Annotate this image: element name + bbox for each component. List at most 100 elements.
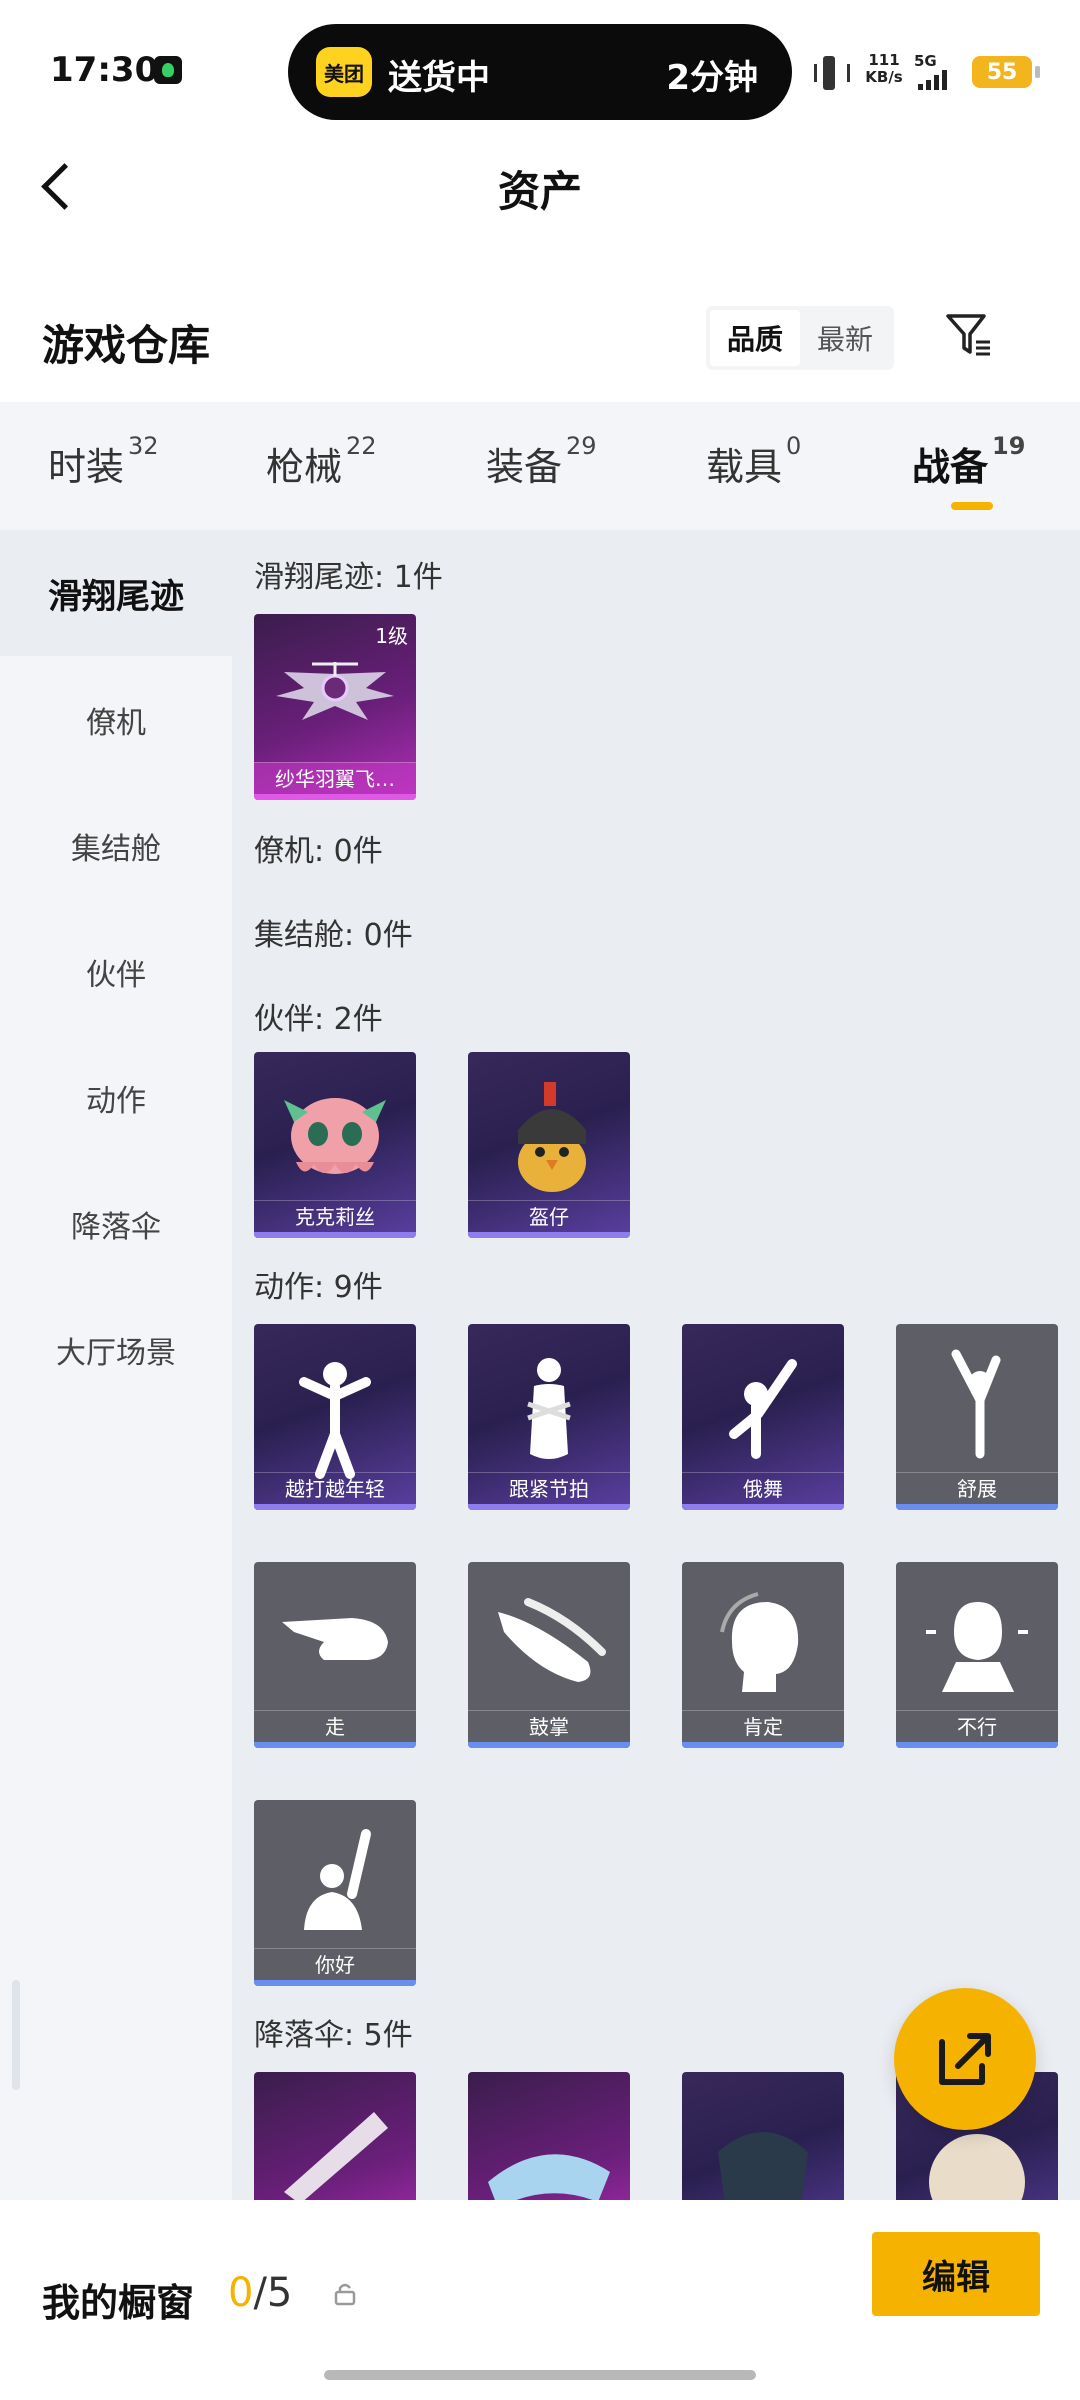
group-label-parachute: 降落伞: 5件 (254, 2018, 413, 2053)
item-card-emote[interactable]: 越打越年轻 (254, 1324, 416, 1510)
item-card-emote[interactable]: 舒展 (896, 1324, 1058, 1510)
item-name: 肯定 (682, 1710, 844, 1742)
rarity-bar (896, 1742, 1058, 1748)
sidebar-item-lobby-scene[interactable]: 大厅场景 (0, 1328, 232, 1372)
rarity-bar (254, 1504, 416, 1510)
tab-label: 载具 (706, 445, 783, 489)
group-label-companion: 伙伴: 2件 (254, 1002, 383, 1037)
item-card-emote[interactable]: 俄舞 (682, 1324, 844, 1510)
tab-count: 32 (128, 432, 159, 460)
item-name: 舒展 (896, 1472, 1058, 1504)
item-card-emote[interactable]: 肯定 (682, 1562, 844, 1748)
parachute-icon (284, 2112, 388, 2200)
showcase-total: /5 (253, 2270, 293, 2316)
rarity-bar (468, 1232, 630, 1238)
content-area: 滑翔尾迹 僚机 集结舱 伙伴 动作 降落伞 大厅场景 滑翔尾迹: 1件 1级 纱… (0, 530, 1080, 2200)
item-name: 鼓掌 (468, 1710, 630, 1742)
item-name: 纱华羽翼飞… (254, 762, 416, 794)
tab-label: 时装 (48, 445, 125, 489)
sidebar-item-wingman[interactable]: 僚机 (0, 698, 232, 742)
item-name: 跟紧节拍 (468, 1472, 630, 1504)
tab-count: 22 (346, 432, 377, 460)
group-label-emote: 动作: 9件 (254, 1270, 383, 1305)
sidebar-scrollbar[interactable] (12, 1980, 20, 2090)
delivery-eta: 2分钟 (666, 58, 758, 98)
tab-count: 29 (566, 432, 597, 460)
rarity-bar (254, 1980, 416, 1986)
sidebar-item-parachute[interactable]: 降落伞 (0, 1202, 232, 1246)
edit-button[interactable]: 编辑 (872, 2232, 1040, 2316)
sidebar: 滑翔尾迹 僚机 集结舱 伙伴 动作 降落伞 大厅场景 (0, 530, 232, 2200)
network-speed-unit: KB/s (865, 68, 903, 86)
status-time: 17:30 (50, 50, 159, 90)
rarity-bar (468, 1504, 630, 1510)
filter-icon (946, 314, 990, 356)
item-name: 盔仔 (468, 1200, 630, 1232)
item-card-emote[interactable]: 你好 (254, 1800, 416, 1986)
tab-guns[interactable]: 枪械 22 (266, 432, 377, 491)
item-name: 克克莉丝 (254, 1200, 416, 1232)
category-tabs: 时装 32 枪械 22 装备 29 载具 0 战备 19 (0, 402, 1080, 530)
tab-count: 0 (786, 432, 802, 460)
item-card-emote[interactable]: 跟紧节拍 (468, 1324, 630, 1510)
delivery-status: 送货中 (388, 58, 490, 98)
tab-equipment[interactable]: 装备 29 (486, 432, 597, 491)
item-card-emote[interactable]: 走 (254, 1562, 416, 1748)
parachute-icon (488, 2154, 610, 2200)
sidebar-item-emote[interactable]: 动作 (0, 1076, 232, 1120)
showcase-current: 0 (228, 2270, 254, 2316)
sort-option-newest[interactable]: 最新 (800, 310, 890, 366)
signal-icon: 5G (914, 52, 970, 92)
tab-fashion[interactable]: 时装 32 (48, 432, 159, 491)
rarity-bar (254, 794, 416, 800)
sidebar-item-glide-trail[interactable]: 滑翔尾迹 (0, 530, 232, 656)
sidebar-item-rally-pod[interactable]: 集结舱 (0, 824, 232, 868)
network-speed: 111 KB/s (862, 52, 906, 86)
share-icon (939, 2033, 991, 2085)
vibrate-icon (814, 56, 850, 90)
item-name: 不行 (896, 1710, 1058, 1742)
lock-icon (334, 2283, 356, 2306)
meituan-logo-icon: 美团 (316, 47, 372, 97)
item-name: 俄舞 (682, 1472, 844, 1504)
filter-button[interactable] (940, 306, 1000, 366)
group-label-wingman: 僚机: 0件 (254, 834, 383, 869)
home-indicator[interactable] (324, 2370, 756, 2380)
item-level: 1级 (375, 624, 408, 648)
sidebar-item-companion[interactable]: 伙伴 (0, 950, 232, 994)
item-name: 越打越年轻 (254, 1472, 416, 1504)
tab-label: 装备 (486, 445, 563, 489)
item-card-companion[interactable]: 克克莉丝 (254, 1052, 416, 1238)
item-card-companion[interactable]: 盔仔 (468, 1052, 630, 1238)
item-card-emote[interactable]: 不行 (896, 1562, 1058, 1748)
tab-count: 19 (992, 432, 1026, 460)
music-app-icon (154, 56, 182, 84)
item-name: 走 (254, 1710, 416, 1742)
rarity-bar (254, 1232, 416, 1238)
rarity-bar (682, 1504, 844, 1510)
network-speed-value: 111 (868, 51, 900, 69)
group-label-rally-pod: 集结舱: 0件 (254, 918, 413, 953)
sort-option-quality[interactable]: 品质 (710, 310, 800, 366)
item-card-parachute[interactable] (468, 2072, 630, 2200)
tab-label: 枪械 (266, 445, 343, 489)
item-card-parachute[interactable] (682, 2072, 844, 2200)
warehouse-title: 游戏仓库 (42, 321, 211, 370)
item-card-emote[interactable]: 鼓掌 (468, 1562, 630, 1748)
dynamic-island-delivery[interactable]: 美团 送货中 2分钟 (288, 24, 792, 120)
status-bar: 17:30 美团 送货中 2分钟 111 KB/s 5G 55 (0, 0, 1080, 130)
rarity-bar (468, 1742, 630, 1748)
tab-vehicles[interactable]: 载具 0 (706, 432, 801, 491)
showcase-label: 我的橱窗 (42, 2281, 195, 2325)
parachute-icon (718, 2132, 808, 2200)
battery-icon: 55 (972, 56, 1040, 88)
tab-battle-gear[interactable]: 战备 19 (912, 432, 1025, 491)
item-card-glide-trail[interactable]: 1级 纱华羽翼飞… (254, 614, 416, 800)
share-button[interactable] (894, 1988, 1036, 2130)
rarity-bar (896, 1504, 1058, 1510)
rarity-bar (254, 1742, 416, 1748)
showcase-count: 0/5 (228, 2270, 292, 2316)
item-card-parachute[interactable] (254, 2072, 416, 2200)
group-label-glide-trail: 滑翔尾迹: 1件 (254, 560, 443, 595)
bottom-bar: 我的橱窗 0/5 编辑 (0, 2200, 1080, 2400)
